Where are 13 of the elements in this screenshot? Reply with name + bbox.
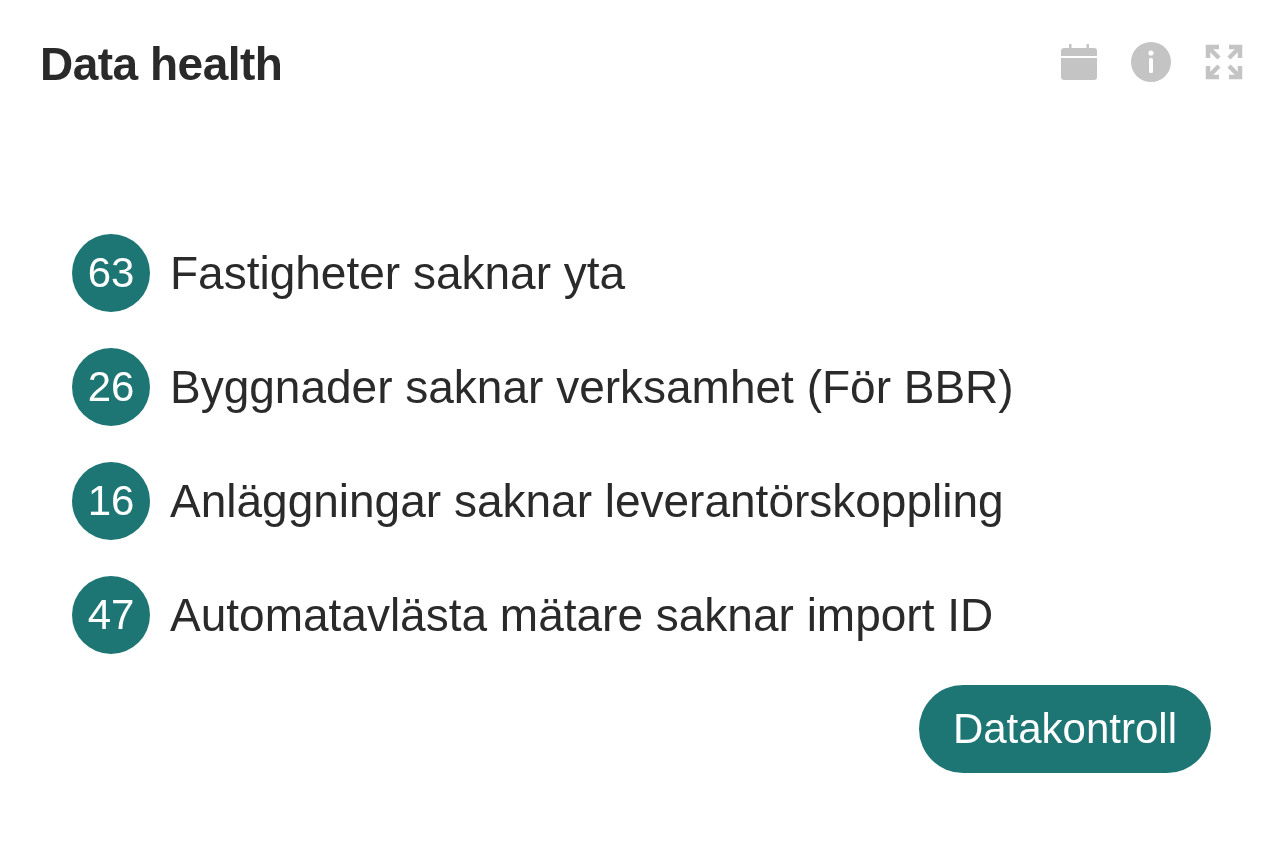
issue-label: Byggnader saknar verksamhet (För BBR) bbox=[170, 360, 1014, 414]
info-icon[interactable] bbox=[1131, 42, 1171, 82]
count-badge: 63 bbox=[72, 234, 150, 312]
expand-icon[interactable] bbox=[1205, 44, 1243, 80]
widget-title: Data health bbox=[40, 37, 283, 92]
datakontroll-button[interactable]: Datakontroll bbox=[918, 685, 1211, 773]
issue-label: Automatavlästa mätare saknar import ID bbox=[170, 588, 994, 642]
calendar-icon[interactable] bbox=[1061, 44, 1097, 80]
issue-label: Fastigheter saknar yta bbox=[170, 246, 626, 300]
count-badge: 47 bbox=[72, 576, 150, 654]
count-badge: 26 bbox=[72, 348, 150, 426]
issue-label: Anläggningar saknar leverantörskoppling bbox=[170, 474, 1004, 528]
count-badge: 16 bbox=[72, 462, 150, 540]
